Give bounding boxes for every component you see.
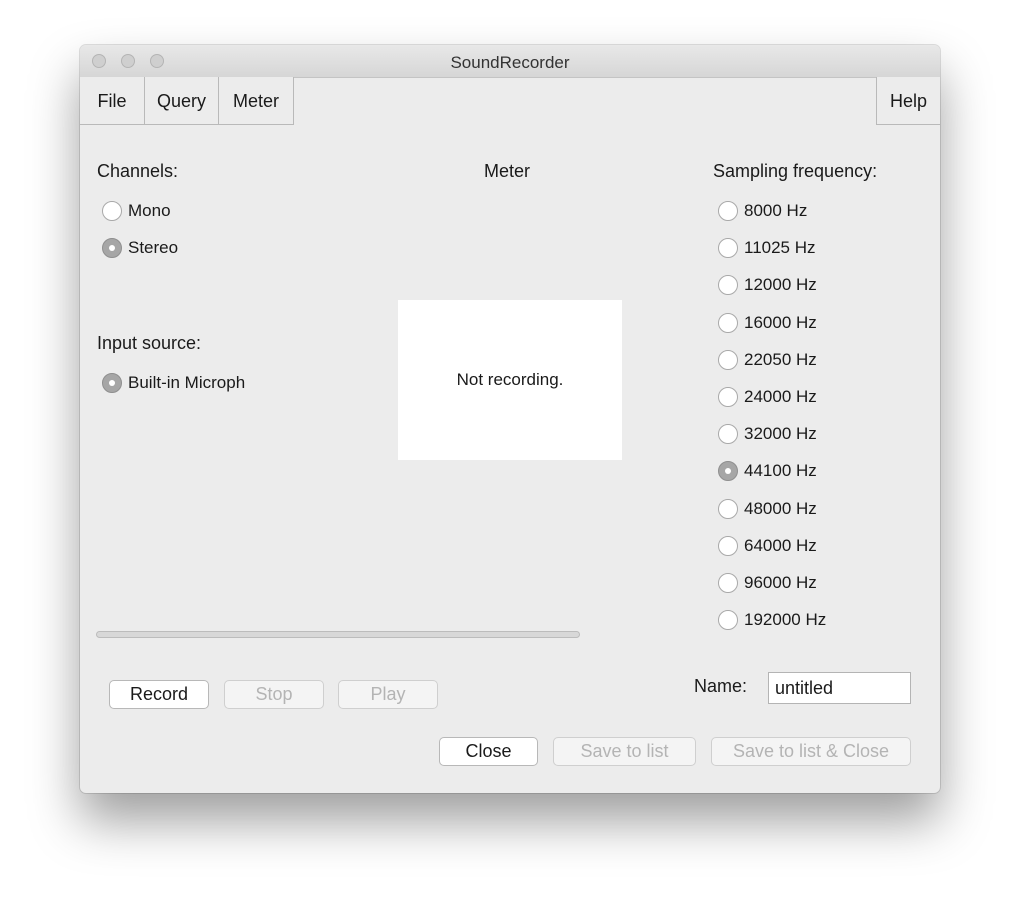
radio-built-in-microphone[interactable]: Built-in Microph — [102, 371, 245, 395]
radio-label: 48000 Hz — [744, 499, 817, 518]
menu-help[interactable]: Help — [876, 77, 940, 125]
meter-status: Not recording. — [456, 370, 564, 389]
close-button[interactable]: Close — [439, 737, 538, 766]
radio-24000-hz[interactable]: 24000 Hz — [718, 385, 817, 409]
radio-44100-hz[interactable]: 44100 Hz — [718, 459, 817, 483]
meter-display: Not recording. — [398, 300, 622, 460]
name-input[interactable] — [768, 672, 911, 704]
radio-button[interactable] — [718, 313, 738, 333]
menu-file[interactable]: File — [80, 77, 145, 125]
radio-button[interactable] — [718, 424, 738, 444]
radio-8000-hz[interactable]: 8000 Hz — [718, 199, 807, 223]
radio-button[interactable] — [102, 373, 122, 393]
radio-label: Mono — [128, 201, 171, 220]
meter-title: Meter — [484, 161, 531, 181]
radio-label: 192000 Hz — [744, 610, 827, 629]
radio-label: 44100 Hz — [744, 461, 817, 480]
sampling-frequency-label: Sampling frequency: — [713, 161, 878, 181]
window-title: SoundRecorder — [450, 53, 570, 72]
radio-11025-hz[interactable]: 11025 Hz — [718, 236, 816, 260]
radio-button[interactable] — [718, 573, 738, 593]
radio-button[interactable] — [718, 536, 738, 556]
radio-label: 24000 Hz — [744, 387, 817, 406]
radio-192000-hz[interactable]: 192000 Hz — [718, 608, 826, 632]
save-to-list-close-button[interactable]: Save to list & Close — [711, 737, 911, 766]
radio-button[interactable] — [102, 238, 122, 258]
radio-button[interactable] — [718, 350, 738, 370]
radio-button[interactable] — [718, 461, 738, 481]
input-source-label: Input source: — [97, 333, 202, 353]
menu-query[interactable]: Query — [145, 77, 219, 125]
radio-mono[interactable]: Mono — [102, 199, 171, 223]
radio-48000-hz[interactable]: 48000 Hz — [718, 497, 817, 521]
radio-stereo[interactable]: Stereo — [102, 236, 178, 260]
radio-label: Built-in Microph — [128, 373, 246, 392]
radio-button[interactable] — [718, 610, 738, 630]
record-button[interactable]: Record — [109, 680, 209, 709]
radio-96000-hz[interactable]: 96000 Hz — [718, 571, 817, 595]
radio-button[interactable] — [102, 201, 122, 221]
radio-64000-hz[interactable]: 64000 Hz — [718, 534, 817, 558]
radio-label: Stereo — [128, 238, 179, 257]
stop-button[interactable]: Stop — [224, 680, 324, 709]
radio-button[interactable] — [718, 238, 738, 258]
menu-meter[interactable]: Meter — [219, 77, 294, 125]
radio-label: 8000 Hz — [744, 201, 808, 220]
radio-label: 64000 Hz — [744, 536, 817, 555]
radio-22050-hz[interactable]: 22050 Hz — [718, 348, 817, 372]
menu-bar: File Query Meter Help — [80, 77, 940, 125]
radio-button[interactable] — [718, 201, 738, 221]
save-to-list-button[interactable]: Save to list — [553, 737, 696, 766]
recording-progress-bar — [96, 631, 580, 638]
radio-label: 96000 Hz — [744, 573, 817, 592]
radio-button[interactable] — [718, 275, 738, 295]
radio-label: 16000 Hz — [744, 313, 817, 332]
radio-label: 11025 Hz — [744, 238, 816, 257]
radio-label: 32000 Hz — [744, 424, 817, 443]
radio-label: 22050 Hz — [744, 350, 817, 369]
name-label: Name: — [694, 676, 748, 696]
title-bar[interactable]: SoundRecorder — [80, 45, 940, 78]
radio-12000-hz[interactable]: 12000 Hz — [718, 273, 817, 297]
play-button[interactable]: Play — [338, 680, 438, 709]
channels-label: Channels: — [97, 161, 179, 181]
radio-label: 12000 Hz — [744, 275, 817, 294]
radio-16000-hz[interactable]: 16000 Hz — [718, 311, 817, 335]
radio-button[interactable] — [718, 499, 738, 519]
soundrecorder-window: SoundRecorder File Query Meter Help Chan… — [80, 45, 940, 793]
radio-32000-hz[interactable]: 32000 Hz — [718, 422, 817, 446]
radio-button[interactable] — [718, 387, 738, 407]
